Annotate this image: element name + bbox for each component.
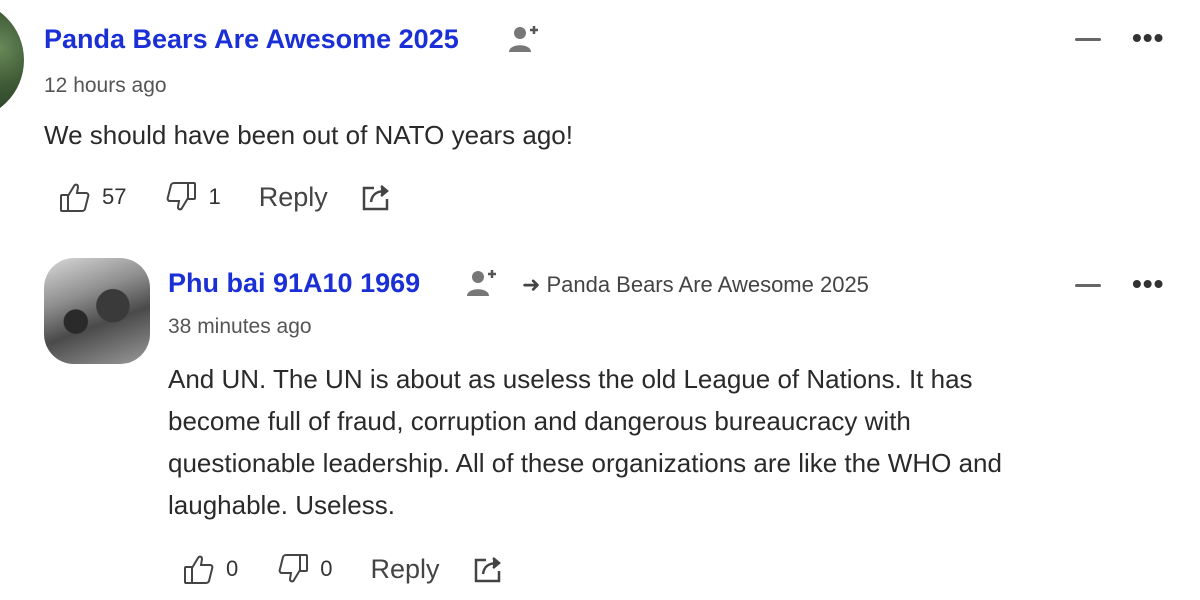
- comment-body: And UN. The UN is about as useless the o…: [168, 358, 1168, 526]
- dislike-count: 0: [320, 556, 333, 581]
- comment-body-line: become full of fraud, corruption and dan…: [168, 406, 911, 436]
- dislike-button[interactable]: 0: [276, 552, 333, 586]
- comment-1: Panda Bears Are Awesome 2025 12 hours ag…: [0, 0, 1200, 240]
- like-count: 57: [102, 184, 127, 209]
- avatar[interactable]: [44, 258, 150, 364]
- thumbs-down-icon: [276, 552, 310, 586]
- comment-actions: 0 0 Reply: [182, 552, 504, 586]
- thumbs-up-icon: [58, 180, 92, 214]
- reply-to-username: Panda Bears Are Awesome 2025: [546, 272, 869, 297]
- arrow-right-icon: ➜: [522, 272, 541, 297]
- dislike-button[interactable]: 1: [164, 180, 221, 214]
- thumbs-down-icon: [164, 180, 198, 214]
- like-button[interactable]: 0: [182, 552, 238, 586]
- comment-body-line: And UN. The UN is about as useless the o…: [168, 364, 973, 394]
- share-icon[interactable]: [472, 553, 504, 585]
- user-plus-icon[interactable]: [465, 266, 499, 300]
- reply-to-link[interactable]: ➜ Panda Bears Are Awesome 2025: [522, 272, 869, 298]
- more-options-icon[interactable]: •••: [1132, 22, 1164, 54]
- collapse-button[interactable]: [1075, 284, 1101, 287]
- collapse-button[interactable]: [1075, 38, 1101, 41]
- reply-button[interactable]: Reply: [371, 554, 440, 585]
- comment-timestamp: 12 hours ago: [44, 74, 167, 97]
- comment-username[interactable]: Phu bai 91A10 1969: [168, 268, 420, 299]
- avatar[interactable]: [0, 0, 24, 120]
- comment-timestamp: 38 minutes ago: [168, 315, 312, 338]
- comment-body-line: laughable. Useless.: [168, 490, 395, 520]
- like-button[interactable]: 57: [58, 180, 126, 214]
- share-icon[interactable]: [360, 181, 392, 213]
- more-options-icon[interactable]: •••: [1132, 268, 1164, 300]
- reply-button[interactable]: Reply: [259, 182, 328, 213]
- like-count: 0: [226, 556, 239, 581]
- dislike-count: 1: [208, 184, 221, 209]
- comment-body-line: questionable leadership. All of these or…: [168, 448, 1002, 478]
- comment-username[interactable]: Panda Bears Are Awesome 2025: [44, 24, 459, 55]
- thumbs-up-icon: [182, 552, 216, 586]
- comment-body: We should have been out of NATO years ag…: [44, 120, 573, 150]
- user-plus-icon[interactable]: [507, 22, 541, 56]
- comment-actions: 57 1 Reply: [58, 180, 392, 214]
